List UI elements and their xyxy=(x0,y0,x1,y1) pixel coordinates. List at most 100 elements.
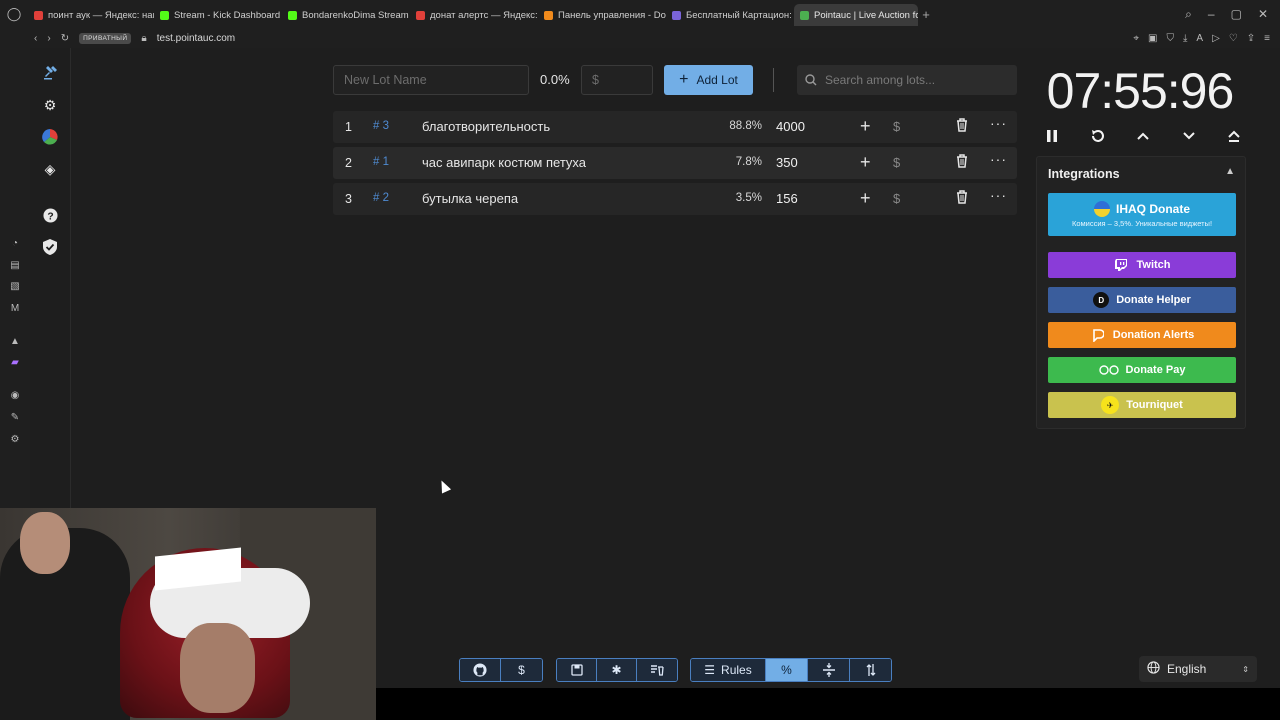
browser-tab[interactable]: BondarenkoDima Stream xyxy=(282,4,410,26)
tab-favicon-icon xyxy=(416,10,425,20)
shield-check-icon[interactable] xyxy=(40,237,60,257)
lot-name[interactable]: час авипарк костюм петуха xyxy=(422,155,586,170)
donate-pay-button[interactable]: Donate Pay xyxy=(1048,357,1236,383)
lot-more-button[interactable]: ··· xyxy=(990,187,1007,203)
lot-add-amount-button[interactable]: + xyxy=(860,116,871,137)
browser-tab[interactable]: Stream - Kick Dashboard xyxy=(154,4,282,26)
tab-label: Pointauc | Live Auction for xyxy=(814,9,918,21)
integrations-panel: Integrations ▲ IHAQ Donate Комиссия – 3,… xyxy=(1036,156,1246,429)
donation-alerts-label: Donation Alerts xyxy=(1112,329,1195,341)
language-select[interactable]: English ⇕ xyxy=(1139,656,1257,682)
save-icon[interactable] xyxy=(557,659,597,681)
settings-icon[interactable]: ⚙ xyxy=(40,95,60,115)
bug-icon[interactable]: ✱ xyxy=(597,659,637,681)
back-icon[interactable]: ‹ xyxy=(34,33,37,44)
github-icon[interactable] xyxy=(460,659,501,681)
notes-icon[interactable]: ▧ xyxy=(8,279,22,293)
lot-search[interactable] xyxy=(797,65,1017,95)
donate-dollar-button[interactable]: $ xyxy=(501,659,542,681)
lot-name[interactable]: благотворительность xyxy=(422,119,550,134)
reset-icon[interactable] xyxy=(1086,124,1110,148)
donate-helper-button[interactable]: D Donate Helper xyxy=(1048,287,1236,313)
add-lot-button[interactable]: + Add Lot xyxy=(664,65,753,95)
lot-dollar-button[interactable]: $ xyxy=(893,155,900,170)
forward-icon[interactable]: › xyxy=(47,33,50,44)
browser-tab[interactable]: Бесплатный Картацион: / xyxy=(666,4,794,26)
wallet-icon[interactable]: ▤ xyxy=(8,258,22,272)
new-lot-name-input[interactable] xyxy=(333,65,529,95)
sort-icon[interactable] xyxy=(850,659,891,681)
double-chevron-up-icon[interactable] xyxy=(1222,124,1246,148)
window-controls: ⌕ – ▢ ✕ xyxy=(1185,7,1280,22)
browser-tab[interactable]: поинт аук — Яндекс: наш xyxy=(28,4,154,26)
player-icon[interactable]: ◉ xyxy=(8,388,22,402)
new-tab-button[interactable]: + xyxy=(918,7,934,22)
download-icon[interactable]: ⤓ xyxy=(1183,33,1187,44)
browser-tab-bar: ◯ поинт аук — Яндекс: наш Stream - Kick … xyxy=(0,0,1280,28)
lot-dollar-button[interactable]: $ xyxy=(893,191,900,206)
lot-dollar-button[interactable]: $ xyxy=(893,119,900,134)
heart-icon[interactable]: ♡ xyxy=(1229,33,1238,44)
lot-more-button[interactable]: ··· xyxy=(990,151,1007,167)
browser-tab-active[interactable]: Pointauc | Live Auction for xyxy=(794,4,918,26)
history-icon[interactable]: ◔ xyxy=(8,236,22,250)
lot-amount[interactable]: 4000 xyxy=(776,119,805,134)
globe-icon xyxy=(1147,661,1160,677)
search-icon[interactable]: ⌕ xyxy=(1185,7,1192,22)
rules-button[interactable]: ☰ Rules xyxy=(691,659,766,681)
share-icon[interactable]: ⇪ xyxy=(1247,33,1255,44)
url-field[interactable]: test.pointauc.com xyxy=(157,33,235,44)
percent-toggle-button[interactable]: % xyxy=(766,659,808,681)
compress-icon[interactable] xyxy=(808,659,850,681)
tab-favicon-icon xyxy=(800,10,809,20)
play-icon[interactable]: ▷ xyxy=(1212,33,1220,44)
lot-more-button[interactable]: ··· xyxy=(990,115,1007,131)
shield-icon[interactable]: ⛉ xyxy=(1167,33,1175,44)
reload-icon[interactable]: ↻ xyxy=(61,33,69,44)
lot-name[interactable]: бутылка черепа xyxy=(422,191,518,206)
browser-tab[interactable]: Панель управления - Do xyxy=(538,4,666,26)
translate-icon[interactable]: A xyxy=(1196,33,1203,44)
kick-icon[interactable]: ▲ xyxy=(8,334,22,348)
twitch-button[interactable]: Twitch xyxy=(1048,252,1236,278)
lot-add-amount-button[interactable]: + xyxy=(860,188,871,209)
wheel-icon[interactable] xyxy=(40,127,60,147)
timer-controls xyxy=(1040,124,1246,148)
new-lot-amount-input[interactable] xyxy=(581,65,653,95)
donate-helper-label: Donate Helper xyxy=(1116,294,1191,306)
minimize-icon[interactable]: – xyxy=(1208,7,1215,22)
lot-amount[interactable]: 350 xyxy=(776,155,798,170)
collapse-icon[interactable]: ▲ xyxy=(1225,166,1235,177)
trash-icon[interactable] xyxy=(956,118,968,135)
donation-alerts-button[interactable]: Donation Alerts xyxy=(1048,322,1236,348)
lot-add-amount-button[interactable]: + xyxy=(860,152,871,173)
browser-menu-icon[interactable]: ◯ xyxy=(0,0,28,28)
pause-icon[interactable] xyxy=(1040,124,1064,148)
screenshot-icon[interactable]: ▣ xyxy=(1148,33,1157,44)
twitch-icon[interactable]: ▰ xyxy=(8,355,22,369)
tourniquet-button[interactable]: ✈ Tourniquet xyxy=(1048,392,1236,418)
help-icon[interactable]: ? xyxy=(40,205,60,225)
auction-gavel-icon[interactable] xyxy=(40,62,60,82)
pin-icon[interactable]: ⌖ xyxy=(1133,33,1139,44)
ihaq-donate-button[interactable]: IHAQ Donate Комиссия – 3,5%. Уникальные … xyxy=(1048,193,1236,236)
trash-icon[interactable] xyxy=(956,190,968,207)
menu-icon[interactable]: ≡ xyxy=(1264,33,1270,44)
chevron-up-icon[interactable] xyxy=(1131,124,1155,148)
close-icon[interactable]: ✕ xyxy=(1258,7,1268,22)
ihaq-label: IHAQ Donate xyxy=(1115,202,1190,216)
ihaq-subtitle: Комиссия – 3,5%. Уникальные виджеты! xyxy=(1071,219,1213,228)
tab-favicon-icon xyxy=(288,10,297,20)
browser-side-panel: ◔ ▤ ▧ M ▲ ▰ ◉ ✎ ⚙ xyxy=(0,48,30,508)
trash-icon[interactable] xyxy=(956,154,968,171)
settings-icon[interactable]: ⚙ xyxy=(8,432,22,446)
mail-icon[interactable]: M xyxy=(8,301,22,315)
browser-tab[interactable]: донат алертс — Яндекс: xyxy=(410,4,538,26)
extensions-icon[interactable]: ✎ xyxy=(8,410,22,424)
lot-amount[interactable]: 156 xyxy=(776,191,798,206)
layers-icon[interactable]: ◈ xyxy=(40,159,60,179)
chevron-down-icon[interactable] xyxy=(1177,124,1201,148)
maximize-icon[interactable]: ▢ xyxy=(1231,7,1242,22)
clear-list-icon[interactable] xyxy=(637,659,677,681)
search-input[interactable] xyxy=(825,73,1005,87)
